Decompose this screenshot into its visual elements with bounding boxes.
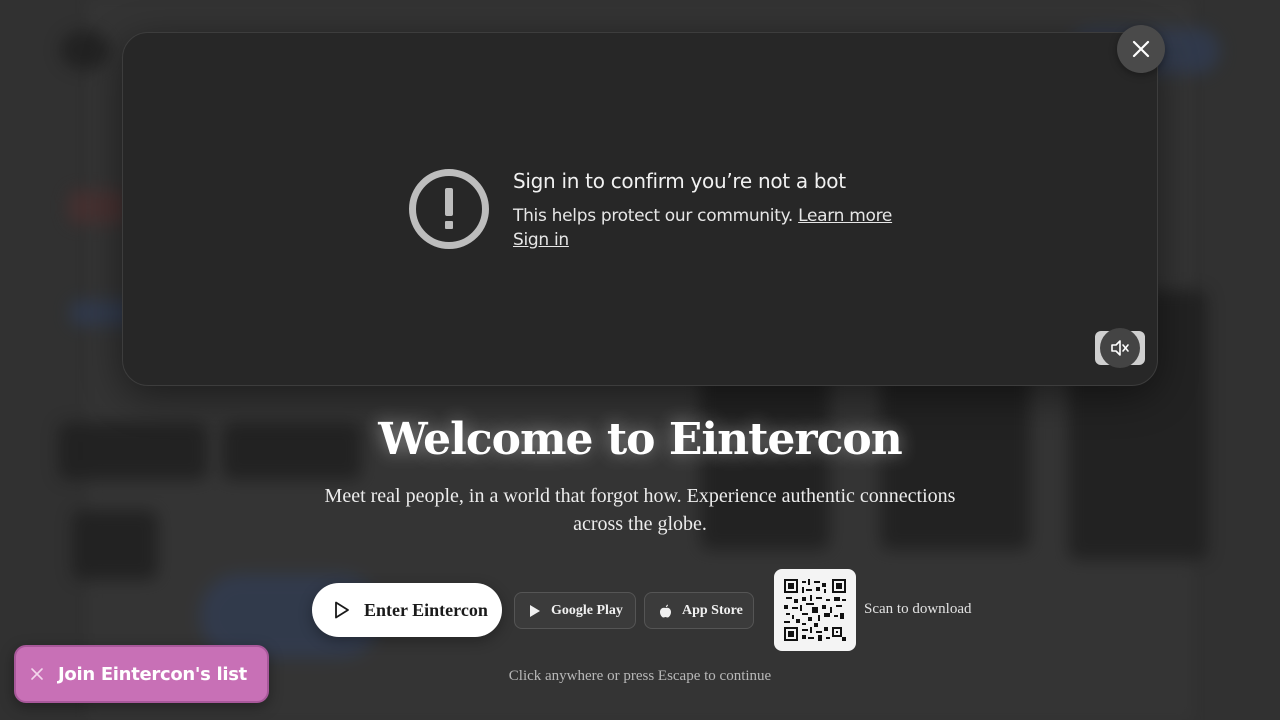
exclamation-circle-icon — [409, 169, 489, 249]
app-store-label: App Store — [682, 602, 743, 618]
app-store-button[interactable]: App Store — [644, 592, 754, 629]
volume-muted-icon — [1100, 328, 1140, 368]
qr-code-image — [784, 579, 846, 641]
bot-check-message: Sign in to confirm you’re not a bot This… — [409, 169, 892, 259]
bot-check-text: This helps protect our community. — [513, 206, 794, 226]
bot-check-title: Sign in to confirm you’re not a bot — [513, 169, 846, 193]
join-list-button[interactable]: Join Eintercon's list — [14, 645, 269, 703]
google-play-button[interactable]: Google Play — [514, 592, 636, 629]
mute-button[interactable] — [1095, 328, 1145, 368]
welcome-title: Welcome to Eintercon — [378, 414, 902, 465]
bot-check-description: This helps protect our community. Learn … — [513, 204, 913, 252]
learn-more-link[interactable]: Learn more — [798, 206, 892, 226]
join-list-label: Join Eintercon's list — [58, 663, 247, 685]
enter-button[interactable]: Enter Eintercon — [312, 583, 502, 637]
qr-code — [774, 569, 856, 651]
apple-icon — [660, 604, 671, 617]
video-player[interactable]: Sign in to confirm you’re not a bot This… — [122, 32, 1158, 386]
google-play-label: Google Play — [551, 602, 623, 618]
close-icon — [1132, 40, 1150, 58]
close-button[interactable] — [1117, 25, 1165, 73]
google-play-icon — [530, 604, 540, 617]
sign-in-link[interactable]: Sign in — [513, 230, 569, 250]
dismiss-icon[interactable] — [30, 667, 44, 681]
enter-button-label: Enter Eintercon — [364, 599, 488, 620]
qr-label: Scan to download — [864, 601, 972, 617]
play-icon — [335, 601, 349, 619]
welcome-subtitle: Meet real people, in a world that forgot… — [324, 485, 956, 535]
